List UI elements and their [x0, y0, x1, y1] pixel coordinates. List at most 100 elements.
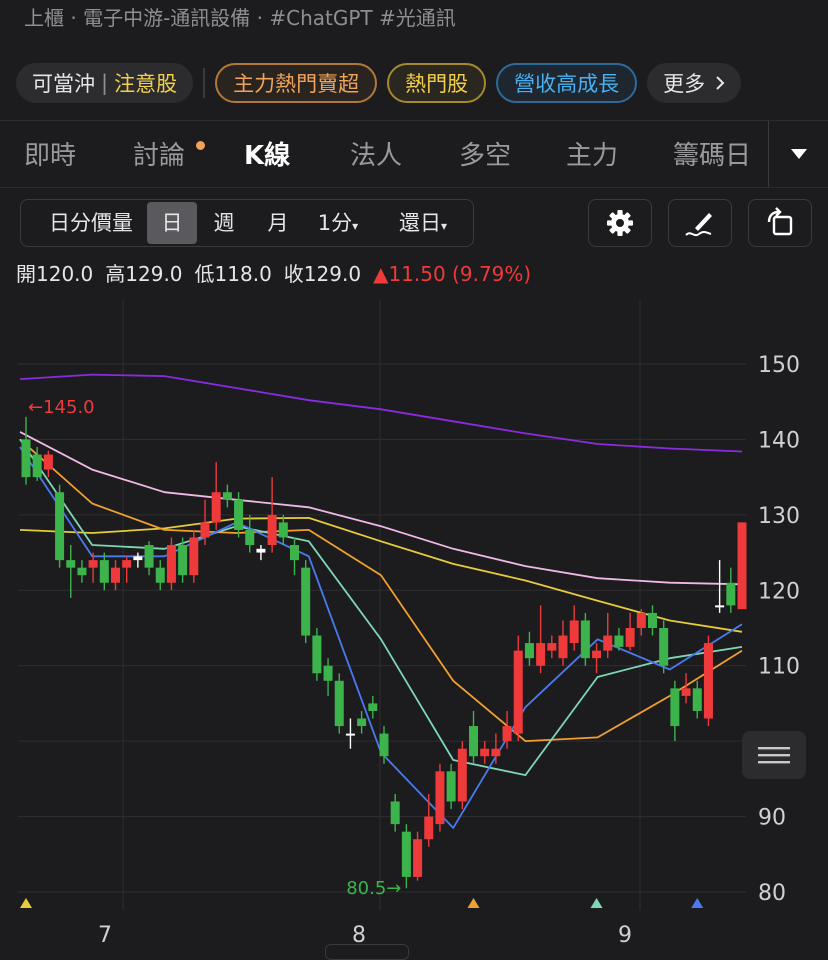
- candle-body: [413, 839, 423, 877]
- candle-body: [513, 650, 523, 734]
- candle-body: [32, 454, 42, 478]
- candle-body: [200, 522, 210, 538]
- discussion-notification-dot: [196, 141, 205, 150]
- volume-profile-option[interactable]: 日分價量: [31, 200, 151, 246]
- x-tick-label: 7: [98, 923, 112, 948]
- signal-marker-icon: [20, 898, 32, 908]
- close-label: 收: [283, 262, 304, 286]
- settings-button[interactable]: [588, 199, 652, 247]
- tab-main-force[interactable]: 主力: [566, 135, 618, 172]
- y-tick-label: 150: [758, 353, 800, 378]
- tab-discussion[interactable]: 討論: [133, 135, 185, 172]
- breadcrumb: 上櫃 · 電子中游-通訊設備 · #ChatGPT #光通訊: [24, 6, 456, 30]
- hot-stock-tag[interactable]: 熱門股: [387, 63, 487, 103]
- revenue-growth-tag[interactable]: 營收高成長: [496, 63, 638, 103]
- scroll-indicator[interactable]: [325, 944, 409, 960]
- weekly-option[interactable]: 週: [199, 200, 249, 246]
- candle-body: [189, 537, 199, 576]
- candle-body: [524, 643, 534, 659]
- kline-chart[interactable]: 1501401301201101009080789←145.080.5→: [0, 290, 828, 951]
- draw-button[interactable]: [668, 199, 732, 247]
- candle-body: [536, 643, 546, 666]
- candle-body: [703, 643, 713, 719]
- candle-body: [133, 556, 143, 561]
- candle-body: [256, 548, 266, 553]
- daily-option[interactable]: 日: [147, 202, 197, 244]
- adjust-label: 還日: [398, 211, 441, 235]
- adjust-option[interactable]: 還日▾: [389, 200, 457, 246]
- candle-body: [502, 726, 512, 742]
- rotate-icon: [767, 207, 793, 236]
- tab-long-short[interactable]: 多空: [459, 135, 511, 172]
- candle-body: [592, 650, 602, 659]
- tab-dropdown-button[interactable]: [768, 121, 828, 187]
- candle-body: [43, 454, 53, 470]
- chart-handle[interactable]: [742, 731, 806, 779]
- candle-body: [469, 726, 478, 757]
- candle-body: [21, 439, 31, 478]
- candle-body: [77, 567, 87, 576]
- candle-body: [603, 635, 613, 651]
- candle-body: [648, 612, 657, 628]
- candle-body: [726, 582, 736, 606]
- caution-label: 注意股: [114, 72, 178, 96]
- y-tick-label: 110: [758, 655, 800, 680]
- tab-realtime[interactable]: 即時: [24, 135, 76, 172]
- high-label: 高: [105, 262, 126, 286]
- signal-marker-icon: [691, 898, 704, 908]
- candle-body: [155, 567, 165, 583]
- monthly-option[interactable]: 月: [253, 200, 303, 246]
- candle-body: [245, 529, 255, 546]
- candle-body: [379, 733, 389, 757]
- open-value: 120.0: [36, 262, 94, 286]
- tab-bar: 即時 討論 K線 法人 多空 主力 籌碼日: [0, 120, 828, 188]
- moving-average-line: [19, 373, 743, 453]
- low-label: 低: [194, 262, 215, 286]
- hot-sell-tag[interactable]: 主力熱門賣超: [215, 63, 378, 103]
- signal-marker-icon: [590, 898, 603, 908]
- candle-body: [457, 748, 467, 802]
- candle-body: [625, 628, 635, 647]
- candle-body: [446, 771, 456, 802]
- max-price-label: ←145.0: [28, 397, 95, 418]
- candle-body: [55, 492, 65, 561]
- candle-body: [659, 628, 669, 666]
- tab-chips-daily[interactable]: 籌碼日: [673, 135, 751, 172]
- candle-body: [99, 560, 109, 583]
- minute-option[interactable]: 1分▾: [309, 200, 367, 246]
- candle-body: [390, 801, 400, 825]
- candle-body: [345, 733, 355, 736]
- candle-body: [681, 688, 691, 696]
- candle-body: [737, 522, 747, 610]
- candle-body: [401, 831, 411, 877]
- daytrade-label: 可當沖: [32, 72, 95, 96]
- rotate-button[interactable]: [748, 199, 812, 247]
- more-tags-button[interactable]: 更多: [647, 63, 742, 103]
- y-tick-label: 130: [758, 504, 800, 529]
- candle-body: [88, 560, 98, 568]
- y-tick-label: 80: [758, 881, 786, 906]
- candle-body: [111, 567, 120, 583]
- high-value: 129.0: [125, 262, 183, 286]
- candle-body: [234, 499, 244, 530]
- candle-body: [122, 560, 132, 568]
- x-tick-label: 9: [618, 923, 632, 948]
- candle-body: [580, 620, 590, 659]
- candle-body: [323, 665, 333, 681]
- tab-institutional[interactable]: 法人: [350, 135, 402, 172]
- moving-average-line: [19, 438, 743, 777]
- candle-body: [166, 545, 176, 583]
- candle-body: [178, 545, 188, 576]
- candle-body: [569, 620, 579, 644]
- tab-kline[interactable]: K線: [244, 135, 290, 172]
- adjust-dropdown-icon: ▾: [440, 219, 448, 233]
- candle-body: [144, 545, 154, 568]
- candle-body: [547, 643, 557, 651]
- daytrade-caution-tag[interactable]: 可當沖 | 注意股: [16, 63, 194, 103]
- min-price-label: 80.5→: [346, 878, 401, 899]
- candle-body: [301, 567, 311, 636]
- candle-body: [211, 492, 221, 523]
- candle-body: [435, 771, 445, 825]
- candle-body: [312, 635, 322, 674]
- y-tick-label: 120: [758, 579, 800, 604]
